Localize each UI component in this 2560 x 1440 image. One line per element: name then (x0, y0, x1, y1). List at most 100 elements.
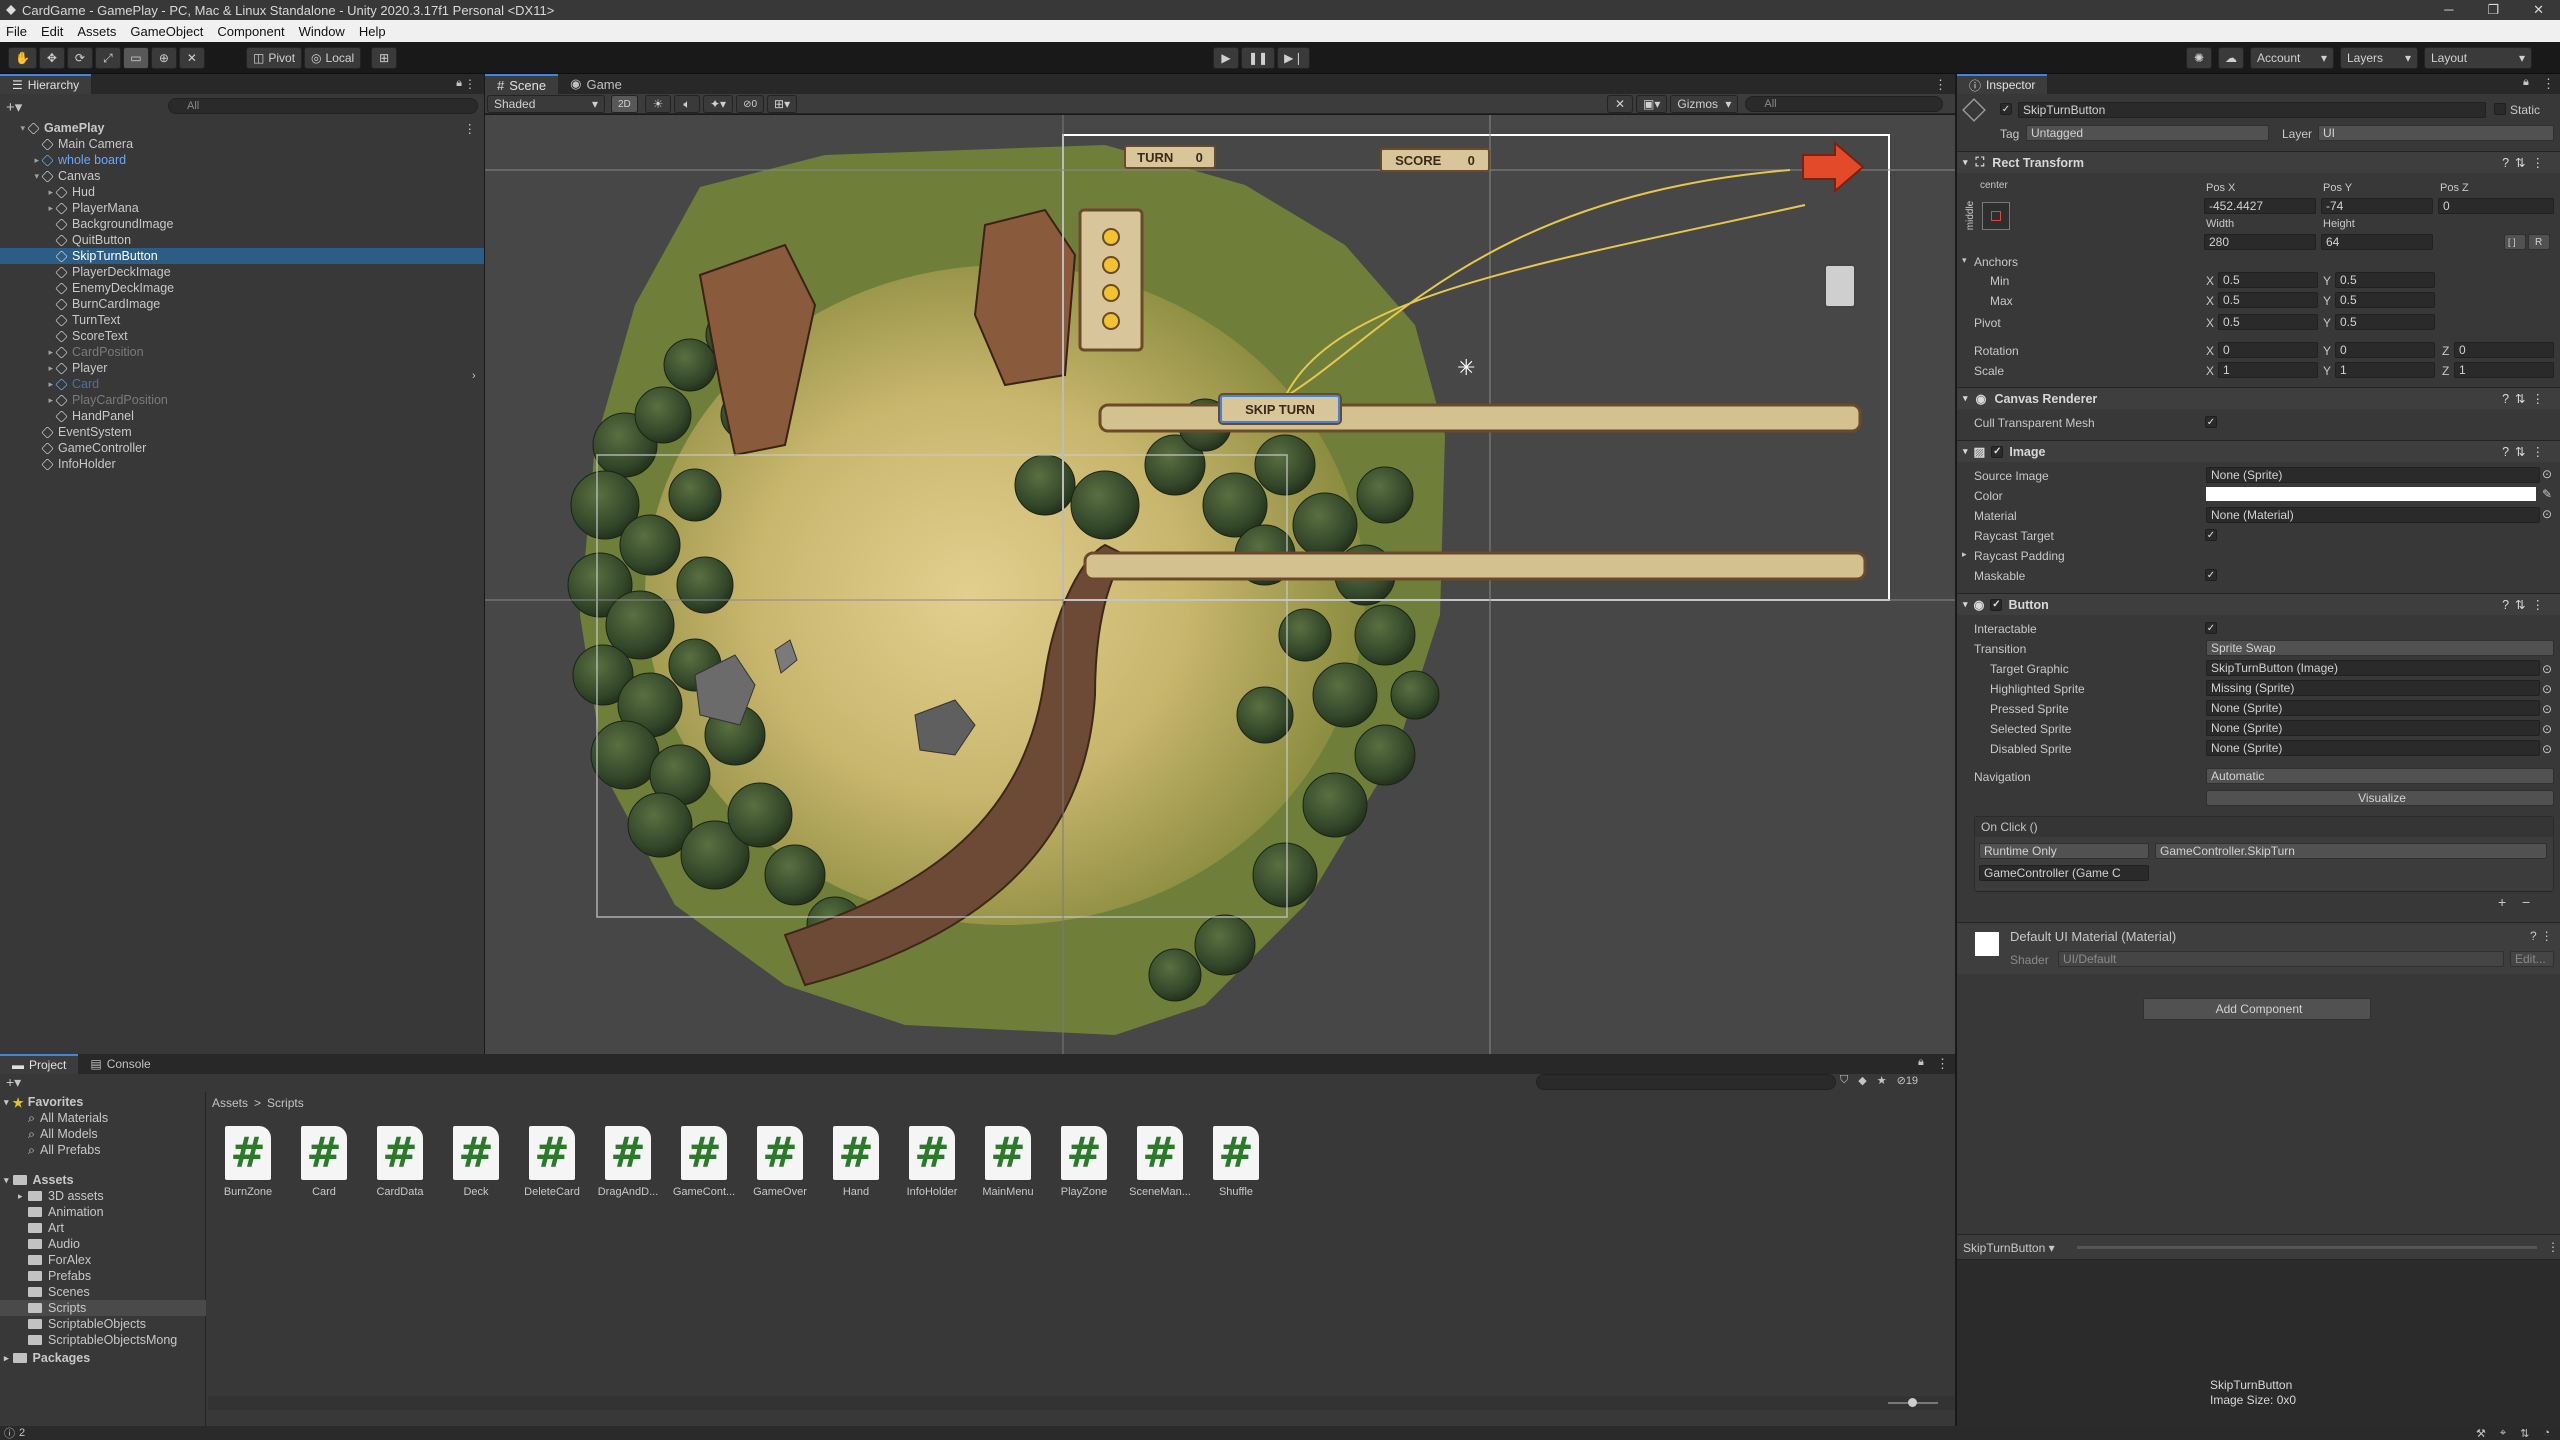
image-header[interactable]: ▾ ▨ ✓ Image ?⇅⋮ (1957, 440, 2560, 462)
kebab-menu-icon[interactable]: ⋮ (1934, 77, 1947, 93)
step-button-icon[interactable]: ▶❘ (1277, 47, 1311, 69)
transform-tool-icon[interactable]: ⊕ (150, 47, 177, 69)
hierarchy-search[interactable]: All (168, 98, 478, 114)
tab-console[interactable]: ▤ Console (78, 1054, 162, 1074)
hierarchy-item[interactable]: ▸ Card (0, 376, 484, 392)
folder-item[interactable]: Prefabs (0, 1268, 206, 1284)
anchor-min-x[interactable]: 0.5 (2218, 272, 2318, 288)
lock-icon[interactable]: 🔒︎ (1918, 1056, 1924, 1069)
blueprint-mode-button[interactable]: [ ] (2504, 234, 2526, 250)
menu-file[interactable]: File (6, 24, 27, 39)
foldout-icon[interactable]: ▸ (0, 155, 42, 166)
hierarchy-item[interactable]: ▸ PlayerMana (0, 200, 484, 216)
audio-icon[interactable]: 🔈︎ (674, 95, 700, 113)
raw-edit-button[interactable]: R (2528, 234, 2550, 250)
menu-help[interactable]: Help (359, 24, 386, 39)
interactable-checkbox[interactable]: ✓ (2205, 622, 2217, 634)
favorite-item[interactable]: ⌕ All Models (28, 1126, 98, 1142)
hierarchy-item[interactable]: HandPanel (0, 408, 484, 424)
foldout-icon[interactable]: ▸ (18, 1191, 28, 1202)
collab-icon[interactable]: ✺ (2186, 47, 2212, 69)
script-asset[interactable]: # InfoHolder (896, 1126, 968, 1198)
foldout-icon[interactable]: ▾ (0, 171, 42, 182)
eyedropper-icon[interactable]: ✎ (2542, 487, 2552, 501)
folder-item[interactable]: Audio (0, 1236, 206, 1252)
foldout-icon[interactable]: ▸ (1962, 549, 1967, 560)
component-menu-icons[interactable]: ?⋮ (2530, 929, 2557, 943)
navigation-dropdown[interactable]: Automatic (2206, 768, 2554, 784)
folder-item[interactable]: ScriptableObjectsMong (0, 1332, 206, 1348)
script-asset[interactable]: # MainMenu (972, 1126, 1044, 1198)
script-asset[interactable]: # Card (288, 1126, 360, 1198)
close-icon[interactable]: ✕ (2533, 2, 2544, 18)
kebab-menu-icon[interactable]: ⋮ (2542, 76, 2555, 92)
favorites-header[interactable]: ▾ ★ Favorites (4, 1094, 83, 1110)
script-asset[interactable]: # SceneMan... (1124, 1126, 1196, 1198)
tab-scene[interactable]: # Scene (485, 74, 559, 94)
active-checkbox[interactable]: ✓ (2000, 103, 2012, 115)
move-tool-icon[interactable]: ✥ (38, 47, 65, 69)
material-field[interactable]: None (Material) (2206, 507, 2540, 523)
script-asset[interactable]: # CardData (364, 1126, 436, 1198)
kebab-menu-icon[interactable]: ⋮ (2547, 1240, 2559, 1254)
folder-item[interactable]: ScriptableObjects (0, 1316, 206, 1332)
foldout-icon[interactable]: ▸ (0, 395, 56, 406)
shading-dropdown[interactable]: Shaded ▾ (487, 95, 605, 113)
progress-icon[interactable]: ◔ (2543, 1427, 2550, 1440)
hierarchy-item[interactable]: ▸ Player (0, 360, 484, 376)
menu-window[interactable]: Window (299, 24, 345, 39)
2d-toggle[interactable]: 2D (611, 95, 638, 113)
rect-tool-icon[interactable]: ▭ (122, 47, 149, 69)
pos-z-field[interactable]: 0 (2438, 198, 2554, 214)
hierarchy-item[interactable]: TurnText (0, 312, 484, 328)
script-asset[interactable]: # Hand (820, 1126, 892, 1198)
layer-dropdown[interactable]: UI (2318, 125, 2554, 141)
debug-icon[interactable]: ⌖ (2500, 1427, 2506, 1440)
disabled-sprite-field[interactable]: None (Sprite) (2206, 740, 2540, 756)
rotation-x[interactable]: 0 (2218, 342, 2318, 358)
hierarchy-item[interactable]: GameController (0, 440, 484, 456)
hand-tool-icon[interactable]: ✋ (8, 47, 37, 69)
anchor-min-y[interactable]: 0.5 (2335, 272, 2435, 288)
height-field[interactable]: 64 (2321, 234, 2433, 250)
grid-snap-icon[interactable]: ⊞ (371, 47, 398, 69)
object-picker-icon[interactable]: ⊙ (2542, 507, 2552, 521)
source-image-field[interactable]: None (Sprite) (2206, 467, 2540, 483)
layout-dropdown[interactable]: Layout ▾ (2424, 47, 2532, 69)
menu-edit[interactable]: Edit (41, 24, 63, 39)
script-asset[interactable]: # PlayZone (1048, 1126, 1120, 1198)
visualize-button[interactable]: Visualize (2206, 790, 2554, 806)
menu-component[interactable]: Component (217, 24, 284, 39)
hierarchy-item[interactable]: PlayerDeckImage (0, 264, 484, 280)
foldout-icon[interactable]: ▸ (0, 363, 56, 374)
preview-title[interactable]: SkipTurnButton ▾ (1963, 1241, 2055, 1255)
script-asset[interactable]: # GameCont... (668, 1126, 740, 1198)
tab-game[interactable]: ◉ Game (558, 74, 634, 94)
object-picker-icon[interactable]: ⊙ (2542, 467, 2552, 481)
tools-icon[interactable]: ✕ (1607, 95, 1633, 113)
custom-tool-icon[interactable]: ✕ (178, 47, 205, 69)
gizmos-dropdown[interactable]: Gizmos ▾ (1670, 95, 1739, 113)
width-field[interactable]: 280 (2204, 234, 2316, 250)
scale-x[interactable]: 1 (2218, 362, 2318, 378)
color-swatch[interactable] (2206, 487, 2536, 501)
chevron-right-icon[interactable]: › (472, 370, 476, 382)
component-menu-icons[interactable]: ?⇅⋮ (2502, 155, 2550, 170)
button-enabled-checkbox[interactable]: ✓ (1990, 598, 2003, 611)
canvas-renderer-header[interactable]: ▾ ◉ Canvas Renderer ?⇅⋮ (1957, 387, 2560, 409)
pressed-sprite-field[interactable]: None (Sprite) (2206, 700, 2540, 716)
layers-dropdown[interactable]: Layers ▾ (2340, 47, 2418, 69)
target-object-field[interactable]: GameController (Game C (1979, 865, 2149, 881)
favorite-item[interactable]: ⌕ All Materials (28, 1110, 108, 1126)
static-checkbox[interactable] (2494, 103, 2506, 115)
filter-by-label-icon[interactable]: ◆ (1858, 1074, 1866, 1087)
script-asset[interactable]: # DeleteCard (516, 1126, 588, 1198)
hierarchy-item[interactable]: QuitButton (0, 232, 484, 248)
kebab-menu-icon[interactable]: ⋮ (1936, 1056, 1949, 1072)
hierarchy-item[interactable]: ▸ CardPosition (0, 344, 484, 360)
maximize-icon[interactable]: ❐ (2487, 2, 2499, 18)
filter-by-type-icon[interactable]: ⛉ (1840, 1074, 1848, 1087)
object-name-field[interactable]: SkipTurnButton (2018, 102, 2486, 118)
maskable-checkbox[interactable]: ✓ (2205, 569, 2217, 581)
favorite-icon[interactable]: ★ (1877, 1074, 1887, 1087)
